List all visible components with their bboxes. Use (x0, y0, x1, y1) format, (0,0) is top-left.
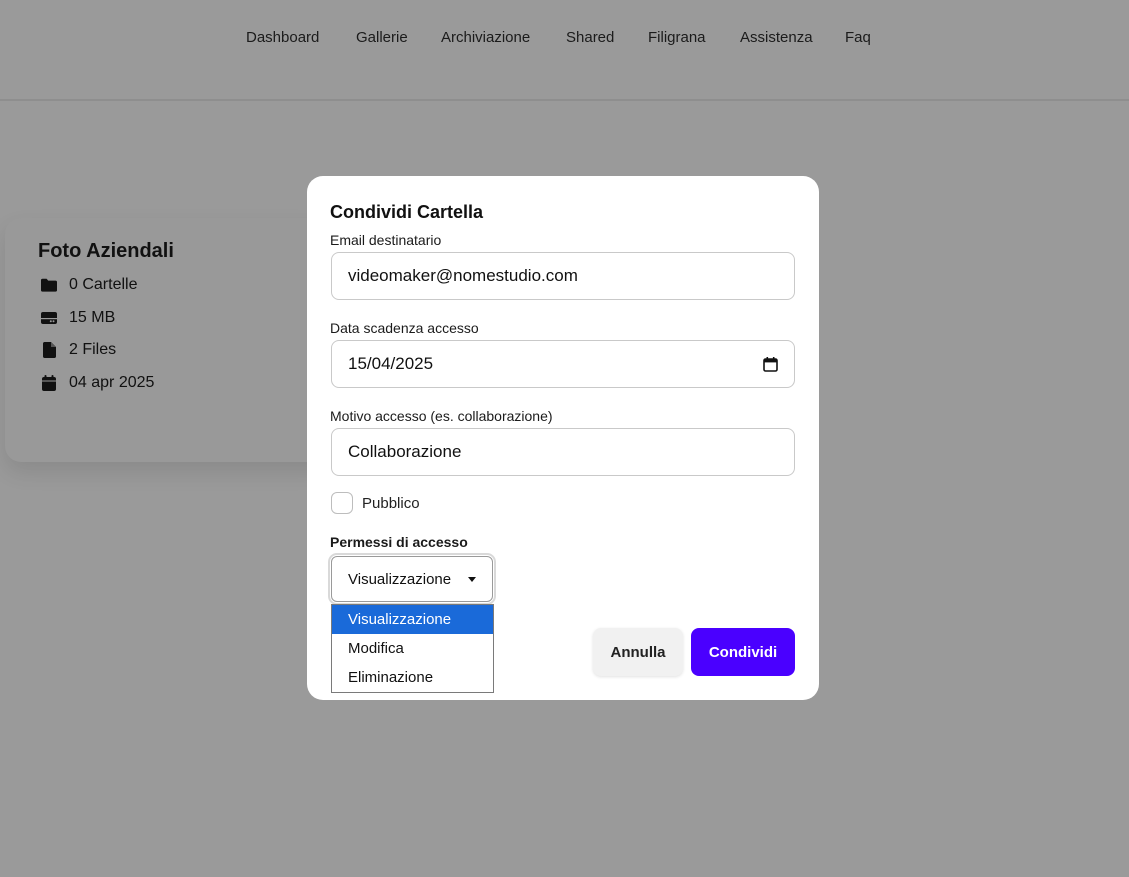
email-field[interactable]: videomaker@nomestudio.com (331, 252, 795, 300)
folder-card[interactable]: Foto Aziendali 0 Cartelle 15 MB 2 Files … (5, 218, 335, 462)
share-folder-modal: Condividi Cartella Email destinatario vi… (307, 176, 819, 700)
email-label: Email destinatario (330, 232, 442, 248)
email-value: videomaker@nomestudio.com (348, 266, 578, 285)
expiry-label: Data scadenza accesso (330, 320, 479, 336)
share-button[interactable]: Condividi (691, 628, 795, 676)
folder-title: Foto Aziendali (38, 240, 174, 262)
top-navigation: Dashboard Gallerie Archiviazione Shared … (0, 0, 1129, 101)
nav-faq[interactable]: Faq (845, 29, 871, 46)
nav-assistenza[interactable]: Assistenza (740, 29, 813, 46)
permission-option-view[interactable]: Visualizzazione (332, 605, 493, 634)
permissions-label: Permessi di accesso (330, 534, 468, 550)
public-checkbox[interactable] (331, 492, 353, 514)
folder-files-text: 2 Files (69, 341, 117, 358)
folder-count-row: 0 Cartelle (41, 274, 137, 296)
nav-gallerie[interactable]: Gallerie (356, 29, 408, 46)
folder-count-text: 0 Cartelle (69, 276, 138, 293)
file-icon (41, 342, 57, 358)
folder-icon (41, 277, 57, 293)
nav-filigrana[interactable]: Filigrana (648, 29, 706, 46)
folder-size-text: 15 MB (69, 309, 116, 326)
nav-dashboard[interactable]: Dashboard (246, 29, 319, 46)
folder-files-row: 2 Files (41, 339, 116, 361)
permission-option-edit[interactable]: Modifica (332, 634, 493, 663)
cancel-button[interactable]: Annulla (593, 628, 683, 676)
reason-label: Motivo accesso (es. collaborazione) (330, 408, 553, 424)
reason-value: Collaborazione (348, 442, 462, 461)
permission-option-delete[interactable]: Eliminazione (332, 663, 493, 692)
permissions-dropdown-list: Visualizzazione Modifica Eliminazione (331, 604, 494, 693)
caret-down-icon (468, 576, 476, 582)
storage-icon (41, 310, 57, 326)
folder-size-row: 15 MB (41, 307, 115, 329)
folder-date-row: 04 apr 2025 (41, 372, 154, 394)
nav-shared[interactable]: Shared (566, 29, 614, 46)
nav-archiviazione[interactable]: Archiviazione (441, 29, 530, 46)
permissions-selected-value: Visualizzazione (348, 570, 452, 588)
public-checkbox-row: Pubblico (331, 492, 420, 514)
expiry-value: 15/04/2025 (348, 354, 434, 373)
modal-title: Condividi Cartella (330, 202, 484, 222)
expiry-date-field[interactable]: 15/04/2025 (331, 340, 795, 388)
reason-field[interactable]: Collaborazione (331, 428, 795, 476)
public-label: Pubblico (362, 494, 420, 512)
calendar-icon (41, 375, 57, 391)
folder-date-text: 04 apr 2025 (69, 374, 155, 391)
permissions-select[interactable]: Visualizzazione (328, 553, 496, 605)
calendar-icon[interactable] (763, 356, 778, 372)
